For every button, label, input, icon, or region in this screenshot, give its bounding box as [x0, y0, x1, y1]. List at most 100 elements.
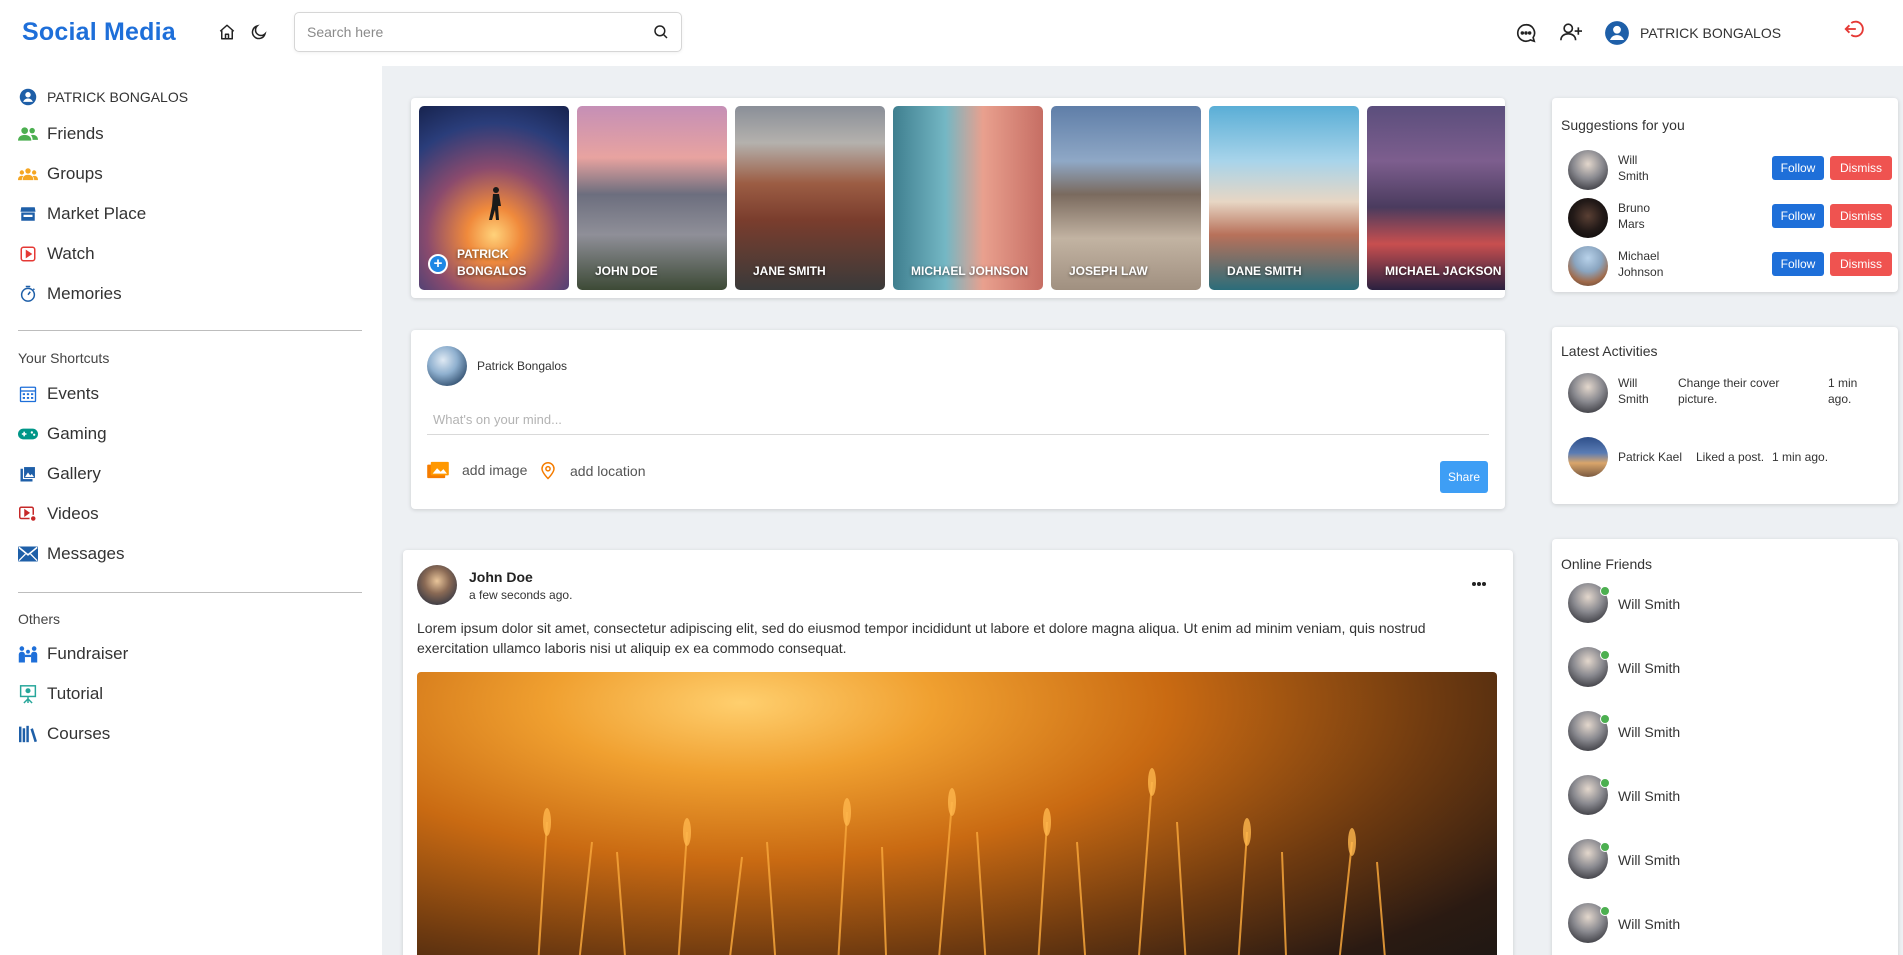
more-options-icon[interactable]: [1471, 574, 1487, 592]
online-friend-row[interactable]: Will Smith: [1568, 647, 1868, 691]
sidebar-item-label: Courses: [47, 724, 111, 743]
left-sidebar: PATRICK BONGALOS Friends Groups Market P…: [0, 66, 382, 955]
last-name: Mars: [1618, 217, 1645, 231]
sidebar-item-label: Friends: [47, 124, 104, 143]
user-menu[interactable]: PATRICK BONGALOS: [1604, 20, 1781, 46]
online-friend-row[interactable]: Will Smith: [1568, 775, 1868, 819]
action-line: Change their cover: [1678, 376, 1780, 390]
online-friend-row[interactable]: Will Smith: [1568, 711, 1868, 755]
story-card[interactable]: + PATRICK BONGALOS: [419, 106, 569, 290]
sidebar-item-label: Gaming: [47, 424, 107, 443]
sidebar-item-label: Watch: [47, 244, 95, 263]
grass-image: [537, 768, 1386, 955]
story-card[interactable]: DANE SMITH: [1209, 106, 1359, 290]
sidebar-item-courses[interactable]: Courses: [18, 724, 110, 744]
first-name: Michael: [1618, 249, 1660, 263]
online-status-dot: [1600, 650, 1610, 660]
logout-icon[interactable]: [1843, 18, 1865, 40]
online-friend-row[interactable]: Will Smith: [1568, 583, 1868, 627]
first-name: Will: [1618, 376, 1638, 390]
story-name: MICHAEL JACKSON: [1385, 264, 1502, 278]
suggestion-name[interactable]: Michael Johnson: [1618, 248, 1663, 280]
sidebar-item-market-place[interactable]: Market Place: [18, 204, 146, 224]
search-icon[interactable]: [652, 23, 670, 46]
avatar[interactable]: [1568, 198, 1608, 238]
avatar[interactable]: [1568, 437, 1608, 477]
friend-name: Will Smith: [1618, 852, 1681, 868]
activity-row: Will Smith Change their cover picture. 1 m…: [1568, 373, 1888, 417]
online-friends-card: Online Friends Will Smith Will Smith Wil…: [1552, 539, 1898, 955]
sidebar-item-label: Tutorial: [47, 684, 104, 703]
avatar[interactable]: [1568, 150, 1608, 190]
sidebar-item-label: Fundraiser: [47, 644, 129, 663]
post-image[interactable]: [417, 672, 1497, 955]
story-card[interactable]: MICHAEL JOHNSON: [893, 106, 1043, 290]
others-heading: Others: [18, 611, 61, 627]
online-status-dot: [1600, 778, 1610, 788]
sidebar-item-watch[interactable]: Watch: [18, 244, 95, 264]
share-button[interactable]: Share: [1440, 461, 1488, 493]
online-status-dot: [1600, 906, 1610, 916]
avatar[interactable]: [427, 346, 467, 386]
post-text: Lorem ipsum dolor sit amet, consectetur …: [417, 620, 1426, 656]
online-friend-row[interactable]: Will Smith: [1568, 903, 1868, 947]
sidebar-item-videos[interactable]: Videos: [18, 504, 99, 524]
tutorial-icon: [18, 684, 38, 704]
activity-action: Liked a post.: [1696, 450, 1765, 464]
sidebar-item-groups[interactable]: Groups: [18, 164, 103, 184]
activity-time: 1 min ago.: [1772, 450, 1829, 464]
online-status-dot: [1600, 842, 1610, 852]
suggestion-name[interactable]: Will Smith: [1618, 152, 1649, 184]
post-author[interactable]: John Doe: [469, 569, 533, 585]
online-friend-row[interactable]: Will Smith: [1568, 839, 1868, 883]
follow-button[interactable]: Follow: [1772, 156, 1824, 180]
home-icon[interactable]: [216, 21, 238, 43]
story-name: PATRICK BONGALOS: [457, 247, 527, 278]
add-story-icon[interactable]: +: [428, 254, 448, 274]
moon-icon[interactable]: [248, 21, 270, 43]
avatar[interactable]: [1568, 373, 1608, 413]
search-input[interactable]: [295, 13, 625, 51]
story-card[interactable]: JOHN DOE: [577, 106, 727, 290]
friend-name: Will Smith: [1618, 724, 1681, 740]
follow-button[interactable]: Follow: [1772, 204, 1824, 228]
add-location-button[interactable]: add location: [539, 461, 646, 481]
avatar[interactable]: [417, 565, 457, 605]
books-icon: [18, 724, 38, 744]
sidebar-item-messages[interactable]: Messages: [18, 544, 124, 564]
suggestion-name[interactable]: Bruno Mars: [1618, 200, 1650, 232]
story-card[interactable]: MICHAEL JACKSON: [1367, 106, 1505, 290]
sidebar-item-label: Gallery: [47, 464, 101, 483]
chat-icon[interactable]: [1515, 22, 1537, 44]
sidebar-item-gallery[interactable]: Gallery: [18, 464, 101, 484]
friend-name: Will Smith: [1618, 788, 1681, 804]
online-status-dot: [1600, 586, 1610, 596]
add-image-button[interactable]: add image: [427, 461, 527, 479]
avatar[interactable]: [1568, 246, 1608, 286]
fundraiser-icon: [18, 644, 38, 664]
sidebar-item-friends[interactable]: Friends: [18, 124, 104, 144]
sidebar-item-memories[interactable]: Memories: [18, 284, 122, 304]
sidebar-item-fundraiser[interactable]: Fundraiser: [18, 644, 128, 664]
friend-name: Will Smith: [1618, 596, 1681, 612]
activities-card: Latest Activities Will Smith Change their…: [1552, 327, 1898, 504]
dismiss-button[interactable]: Dismiss: [1830, 204, 1892, 228]
video-settings-icon: [18, 504, 38, 524]
dismiss-button[interactable]: Dismiss: [1830, 252, 1892, 276]
app-logo[interactable]: Social Media: [22, 18, 176, 47]
activity-user[interactable]: Patrick Kael: [1618, 449, 1682, 465]
dismiss-button[interactable]: Dismiss: [1830, 156, 1892, 180]
sidebar-item-gaming[interactable]: Gaming: [18, 424, 107, 444]
follow-button[interactable]: Follow: [1772, 252, 1824, 276]
sidebar-item-profile[interactable]: PATRICK BONGALOS: [18, 87, 188, 107]
post-input[interactable]: [427, 405, 1489, 435]
story-card[interactable]: JANE SMITH: [735, 106, 885, 290]
activity-user[interactable]: Will Smith: [1618, 375, 1649, 407]
groups-icon: [18, 164, 38, 184]
sidebar-item-tutorial[interactable]: Tutorial: [18, 684, 103, 704]
sidebar-item-events[interactable]: Events: [18, 384, 99, 404]
story-card[interactable]: JOSEPH LAW: [1051, 106, 1201, 290]
story-name: DANE SMITH: [1227, 264, 1302, 278]
add-friend-icon[interactable]: [1558, 21, 1584, 43]
story-name: JOSEPH LAW: [1069, 264, 1148, 278]
